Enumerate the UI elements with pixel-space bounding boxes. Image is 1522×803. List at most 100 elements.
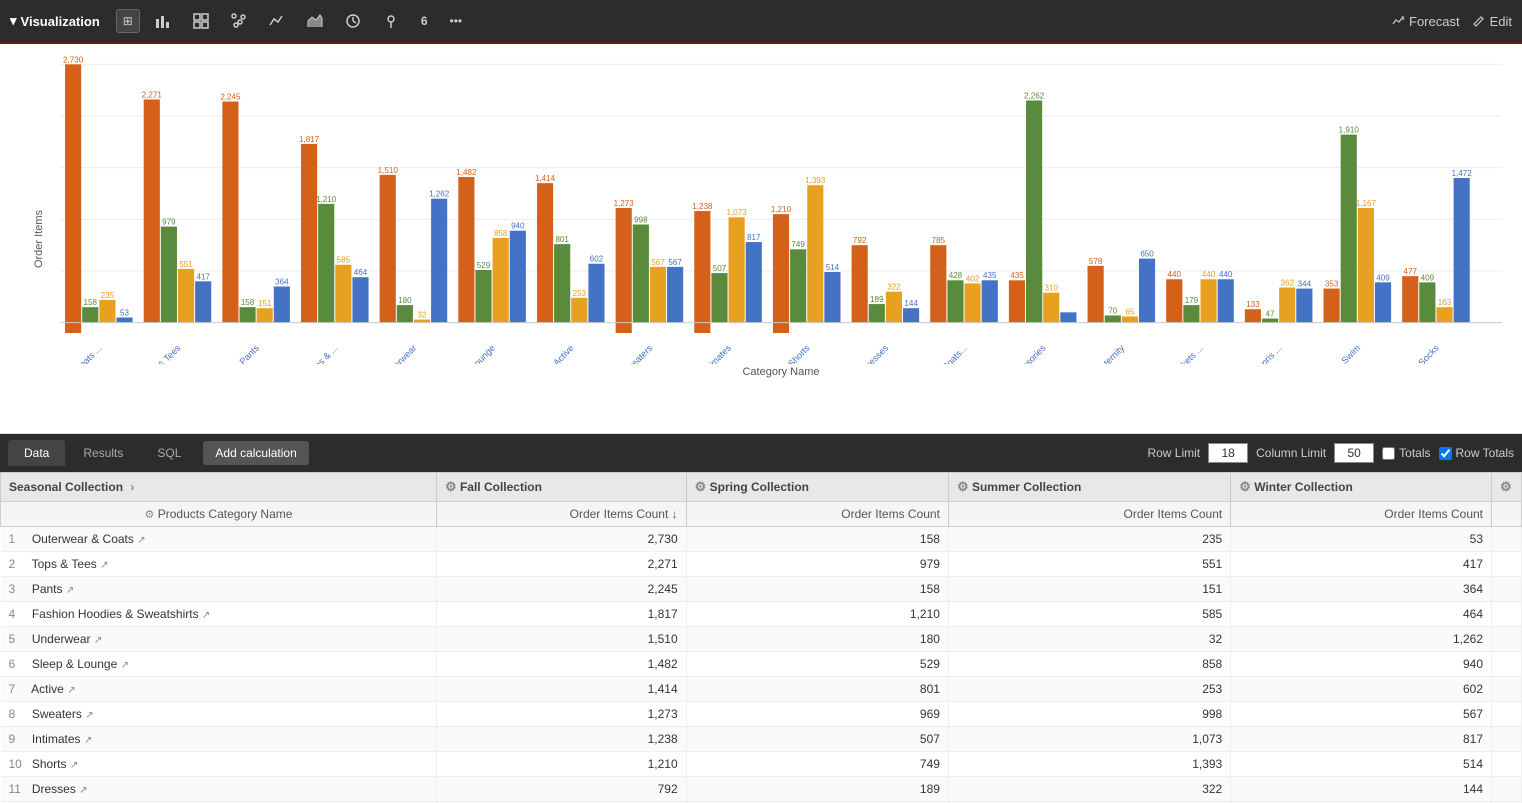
row-totals-checkbox-label[interactable]: Row Totals (1439, 446, 1514, 460)
more-btn[interactable]: ••• (443, 9, 470, 33)
svg-text:440: 440 (1219, 270, 1233, 279)
fall-count-subheader: Order Items Count ↓ (436, 502, 686, 527)
row-summer-count: 235 (948, 527, 1230, 552)
row-spring-count: 180 (686, 627, 948, 652)
tab-results[interactable]: Results (67, 440, 139, 466)
row-category: 9 Intimates ↗ (1, 727, 437, 752)
row-filter-icon[interactable]: ↗ (70, 760, 78, 771)
edit-btn[interactable]: Edit (1472, 14, 1512, 29)
row-filter-icon[interactable]: ↗ (79, 785, 87, 796)
pin-btn[interactable] (376, 8, 406, 34)
line-chart-btn[interactable] (262, 8, 292, 34)
fall-collection-header: ⚙ Fall Collection (436, 473, 686, 502)
row-filter-icon[interactable]: ↗ (84, 735, 92, 746)
chart-area: Order Items 0 1,000 2,000 2,730 158 235 (0, 44, 1522, 434)
fall-settings-icon[interactable]: ⚙ (445, 479, 457, 494)
toolbar: ▾ Visualization ⊞ 6 ••• Forecast Edit (0, 0, 1522, 44)
svg-text:801: 801 (555, 235, 569, 244)
category-subheader: ⚙ Products Category Name (1, 502, 437, 527)
table-row: 11 Dresses ↗ 792 189 322 144 (1, 777, 1522, 802)
spring-collection-header: ⚙ Spring Collection (686, 473, 948, 502)
toolbar-right: Forecast Edit (1391, 14, 1512, 29)
row-winter-count: 464 (1231, 602, 1492, 627)
svg-text:158: 158 (241, 298, 255, 307)
row-spring-count: 1,210 (686, 602, 948, 627)
pivot-expand-icon[interactable]: › (130, 480, 134, 494)
row-filter-icon[interactable]: ↗ (100, 560, 108, 571)
row-spring-count: 749 (686, 752, 948, 777)
svg-text:585: 585 (337, 256, 351, 265)
tab-data[interactable]: Data (8, 440, 65, 466)
svg-text:409: 409 (1376, 273, 1390, 282)
forecast-btn[interactable]: Forecast (1391, 14, 1460, 29)
table-btn[interactable] (186, 8, 216, 34)
row-totals-checkbox[interactable] (1439, 447, 1452, 460)
row-fall-count: 1,238 (436, 727, 686, 752)
svg-text:Socks: Socks (1416, 342, 1441, 364)
svg-text:1,910: 1,910 (1339, 125, 1360, 134)
svg-text:Sleep & Lounge: Sleep & Lounge (444, 343, 497, 364)
row-spring-count: 189 (686, 777, 948, 802)
svg-text:Suits & Sport Coats...: Suits & Sport Coats... (901, 343, 969, 364)
row-category: 6 Sleep & Lounge ↗ (1, 652, 437, 677)
number-btn[interactable]: 6 (414, 9, 435, 33)
svg-text:Outerwear & Coats ...: Outerwear & Coats ... (60, 343, 104, 364)
row-filter-icon[interactable]: ↗ (66, 585, 74, 596)
dropdown-arrow[interactable]: ▾ (10, 13, 17, 29)
svg-text:402: 402 (966, 274, 980, 283)
row-filter-icon[interactable]: ↗ (67, 685, 75, 696)
row-winter-count: 1,262 (1231, 627, 1492, 652)
table-row: 10 Shorts ↗ 1,210 749 1,393 514 (1, 752, 1522, 777)
svg-text:1,210: 1,210 (316, 195, 337, 204)
svg-text:858: 858 (494, 229, 508, 238)
svg-text:464: 464 (354, 268, 368, 277)
svg-text:163: 163 (1438, 298, 1452, 307)
add-calculation-btn[interactable]: Add calculation (203, 441, 308, 465)
tab-bar: Data Results SQL Add calculation Row Lim… (0, 434, 1522, 472)
svg-text:Underwear: Underwear (380, 343, 418, 364)
table-row: 1 Outerwear & Coats ↗ 2,730 158 235 53 (1, 527, 1522, 552)
svg-text:650: 650 (1140, 249, 1154, 258)
clock-btn[interactable] (338, 8, 368, 34)
final-settings-icon[interactable]: ⚙ (1500, 479, 1512, 494)
svg-text:Fashion Hoodies & ...: Fashion Hoodies & ... (271, 343, 339, 364)
row-winter-count: 940 (1231, 652, 1492, 677)
row-limit-input[interactable] (1208, 443, 1248, 463)
svg-text:Pants & Capris ...: Pants & Capris ... (1227, 343, 1284, 364)
totals-checkbox[interactable] (1382, 447, 1395, 460)
scatter-btn[interactable] (224, 8, 254, 34)
row-filter-icon[interactable]: ↗ (94, 635, 102, 646)
row-winter-count: 817 (1231, 727, 1492, 752)
row-fall-count: 1,482 (436, 652, 686, 677)
svg-text:602: 602 (590, 255, 604, 264)
tab-sql[interactable]: SQL (141, 440, 197, 466)
row-spring-count: 969 (686, 702, 948, 727)
table-row: 9 Intimates ↗ 1,238 507 1,073 817 (1, 727, 1522, 752)
row-fall-count: 2,271 (436, 552, 686, 577)
bar-chart-btn[interactable] (148, 8, 178, 34)
svg-text:529: 529 (477, 261, 491, 270)
row-fall-count: 1,414 (436, 677, 686, 702)
summer-settings-icon[interactable]: ⚙ (957, 479, 969, 494)
row-filter-icon[interactable]: ↗ (85, 710, 93, 721)
row-filter-icon[interactable]: ↗ (137, 535, 145, 546)
svg-text:1,273: 1,273 (614, 199, 635, 208)
svg-text:514: 514 (826, 263, 840, 272)
row-totals-label: Row Totals (1456, 446, 1514, 460)
grid-view-btn[interactable]: ⊞ (116, 9, 140, 33)
row-fall-count: 1,210 (436, 752, 686, 777)
visualization-title[interactable]: ▾ Visualization (10, 13, 100, 29)
row-winter-count: 364 (1231, 577, 1492, 602)
pivot-header-cell: Seasonal Collection › (1, 473, 437, 502)
row-filter-icon[interactable]: ↗ (202, 610, 210, 621)
svg-text:1,073: 1,073 (727, 208, 748, 217)
row-filter-icon[interactable]: ↗ (121, 660, 129, 671)
col-limit-input[interactable] (1334, 443, 1374, 463)
winter-settings-icon[interactable]: ⚙ (1239, 479, 1251, 494)
svg-text:979: 979 (162, 217, 176, 226)
totals-checkbox-label[interactable]: Totals (1382, 446, 1430, 460)
area-chart-btn[interactable] (300, 8, 330, 34)
category-settings-icon[interactable]: ⚙ (145, 509, 155, 521)
spring-settings-icon[interactable]: ⚙ (695, 479, 707, 494)
svg-text:578: 578 (1089, 257, 1103, 266)
